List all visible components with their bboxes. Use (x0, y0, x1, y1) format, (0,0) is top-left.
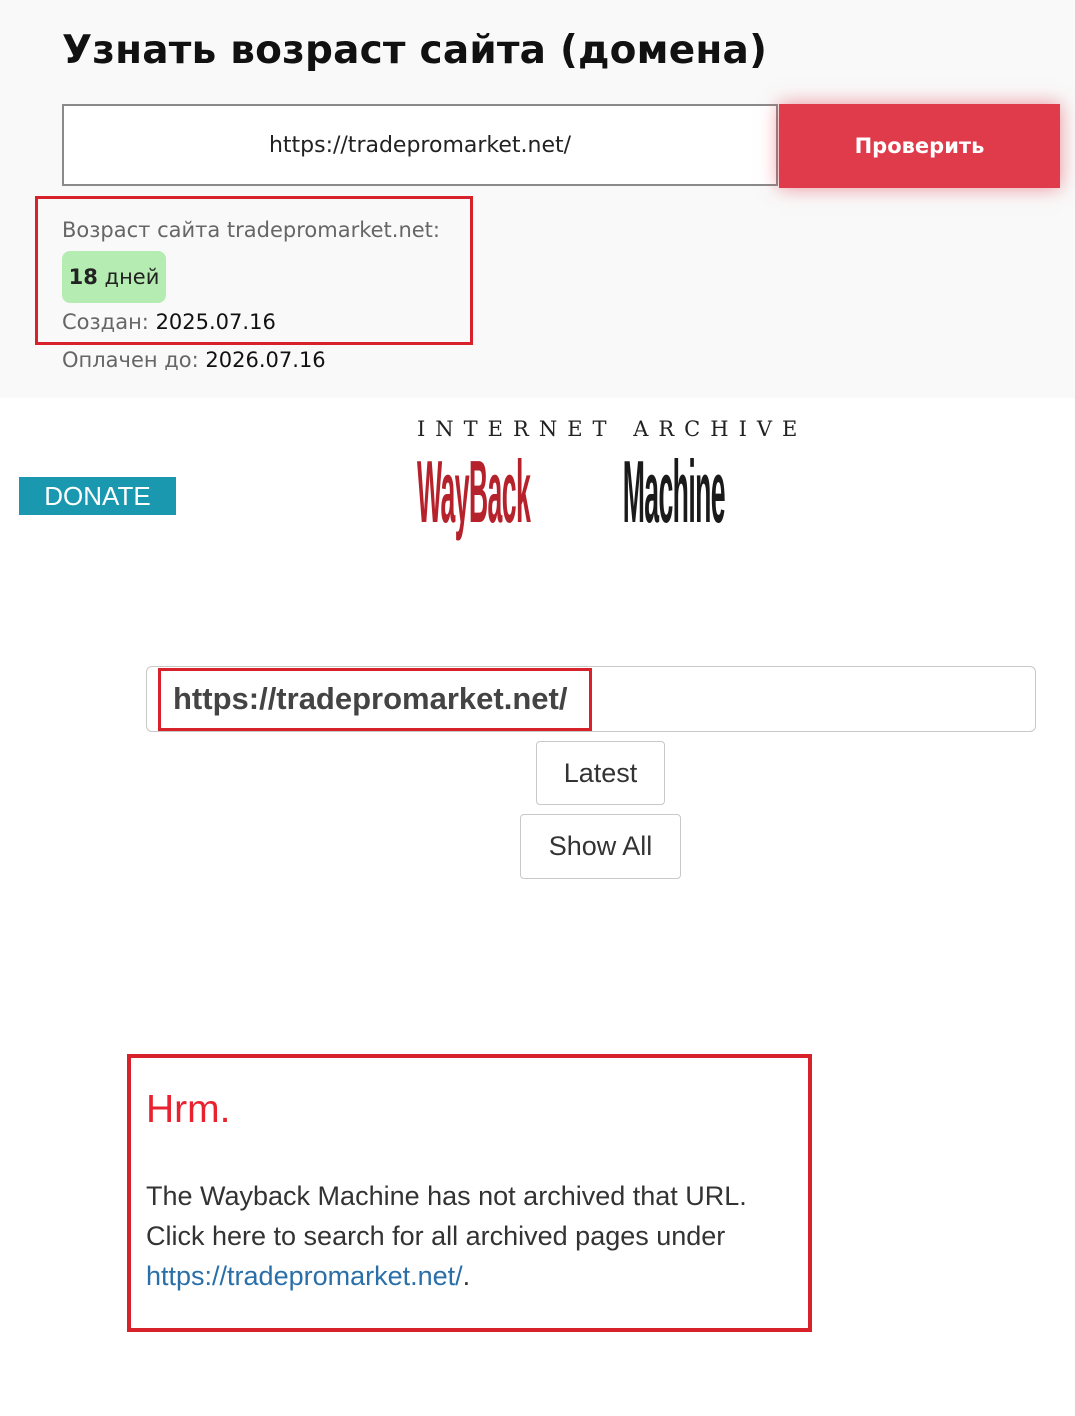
check-button[interactable]: Проверить (779, 104, 1060, 188)
message-period: . (462, 1261, 471, 1291)
wayback-search-input[interactable] (146, 666, 1036, 732)
age-label: Возраст сайта tradepromarket.net: (62, 218, 440, 242)
archived-pages-link[interactable]: https://tradepromarket.net/ (146, 1261, 463, 1291)
paid-row: Оплачен до: 2026.07.16 (62, 348, 326, 372)
created-row: Создан: 2025.07.16 (62, 310, 276, 334)
logo-word-wayback: WayBack (417, 442, 531, 541)
show-all-button[interactable]: Show All (520, 814, 681, 879)
logo-word-machine: Machine (622, 442, 726, 541)
domain-url-input[interactable] (62, 104, 778, 186)
age-unit: дней (104, 265, 160, 289)
message-line-2: Click here to search for all archived pa… (146, 1221, 726, 1251)
message-text: The Wayback Machine has not archived tha… (146, 1176, 796, 1296)
message-title: Hrm. (146, 1088, 231, 1131)
logo-internet-archive: INTERNET ARCHIVE (417, 417, 808, 441)
wayback-machine-logo[interactable]: WayBack Machine (417, 440, 787, 544)
age-number: 18 (68, 265, 98, 289)
paid-label: Оплачен до: (62, 348, 199, 372)
created-value: 2025.07.16 (155, 310, 276, 334)
age-badge: 18 дней (62, 251, 166, 303)
latest-button[interactable]: Latest (536, 741, 665, 805)
donate-button[interactable]: DONATE (19, 477, 176, 515)
paid-value: 2026.07.16 (205, 348, 326, 372)
message-line-1: The Wayback Machine has not archived tha… (146, 1181, 747, 1211)
created-label: Создан: (62, 310, 149, 334)
message-line-3: https://tradepromarket.net/. (146, 1256, 796, 1296)
page-title: Узнать возраст сайта (домена) (62, 28, 768, 73)
